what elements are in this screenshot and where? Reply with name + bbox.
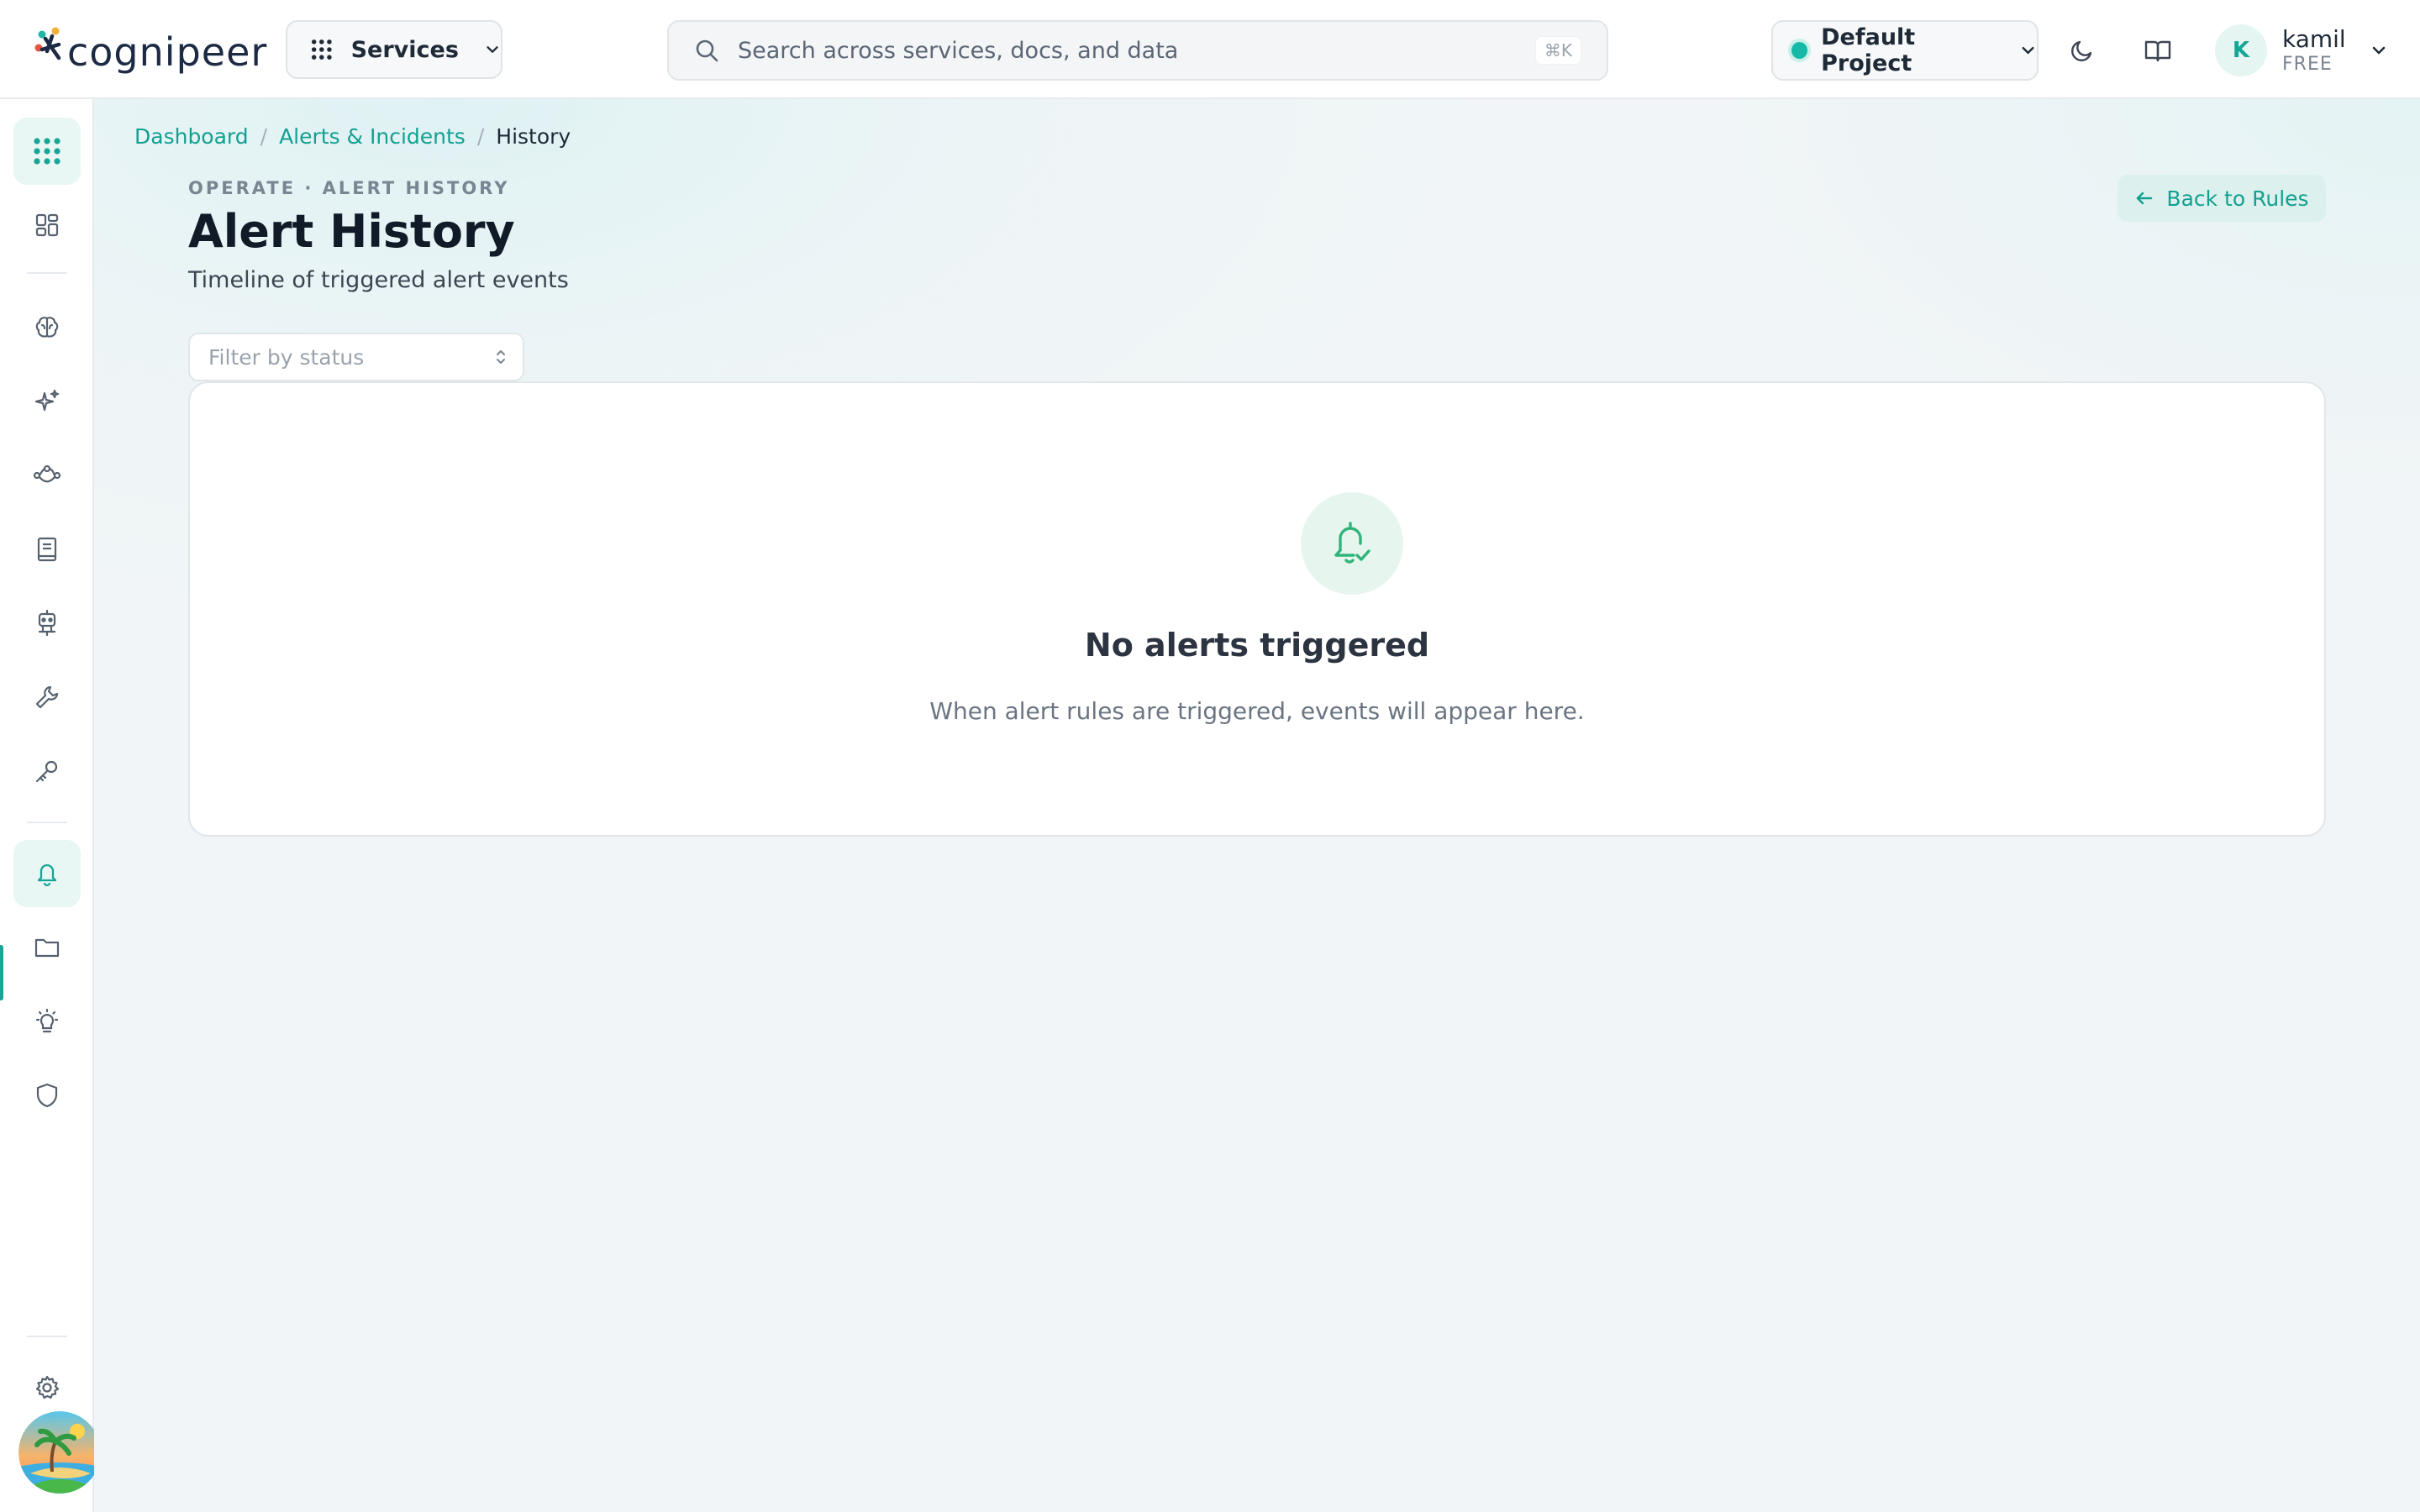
moon-icon [2071,40,2092,61]
robot-icon [38,609,56,637]
breadcrumb-current: History [496,124,571,149]
sidebar-item-insights[interactable] [13,988,81,1055]
chevron-down-icon [2022,46,2034,55]
dashboard-icon [35,213,59,237]
brain-icon [35,317,59,338]
back-to-rules-button[interactable]: Back to Rules [2118,175,2326,222]
wrench-icon [35,685,59,709]
breadcrumb-separator: / [260,124,268,149]
page-subtitle: Timeline of triggered alert events [188,267,569,293]
chevron-down-icon [487,46,498,53]
book-open-icon [2144,40,2171,62]
key-icon [35,760,58,783]
lightbulb-icon [35,1008,59,1033]
user-name: kamil [2282,25,2346,53]
sidebar-item-settings[interactable] [13,1354,81,1421]
sidebar-item-keys[interactable] [13,738,81,805]
search-shortcut: ⌘K [1534,36,1581,65]
shield-icon [36,1083,58,1108]
sidebar-item-dashboard[interactable] [13,192,81,259]
sidebar-item-agents[interactable] [13,590,81,657]
status-filter-placeholder: Filter by status [208,344,365,370]
page-title: Alert History [188,205,515,258]
sidebar-item-apps[interactable] [13,118,81,185]
island-avatar-icon [18,1411,101,1494]
back-to-rules-label: Back to Rules [2166,186,2309,211]
project-switcher[interactable]: Default Project [1771,20,2039,81]
book-icon [37,537,57,562]
chevron-up-down-icon [497,350,505,364]
project-status-dot [1791,42,1808,59]
breadcrumb-separator: / [476,124,485,149]
flow-icon [33,465,61,483]
global-search[interactable]: ⌘K [667,20,1608,81]
main-content: Dashboard / Alerts & Incidents / History… [94,99,2420,1512]
app: cognipeer Services ⌘K Default Project [0,0,2420,1512]
sidebar-item-knowledge[interactable] [13,516,81,583]
empty-state-title: No alerts triggered [1084,627,1430,664]
services-menu-button[interactable]: Services [286,20,502,79]
breadcrumb-alerts-incidents[interactable]: Alerts & Incidents [279,124,466,149]
sidebar-divider [27,1336,67,1337]
user-menu[interactable]: K kamil FREE [2215,20,2388,81]
island-avatar[interactable] [18,1411,101,1494]
apps-grid-icon [34,138,60,165]
user-plan: FREE [2282,53,2333,75]
status-filter-select[interactable]: Filter by status [188,333,524,381]
user-meta: kamil FREE [2282,25,2346,76]
breadcrumb: Dashboard / Alerts & Incidents / History [134,124,571,149]
page-eyebrow: OPERATE · ALERT HISTORY [188,178,510,198]
docs-button[interactable] [2136,29,2180,72]
sidebar-divider [27,272,67,274]
bell-check-icon [1334,522,1370,564]
sidebar-item-tools[interactable] [13,664,81,731]
alert-history-card: No alerts triggered When alert rules are… [188,381,2326,837]
cognipeer-logo-icon [34,27,61,60]
bell-icon [37,864,57,886]
empty-state-description: When alert rules are triggered, events w… [929,697,1585,725]
chevron-down-icon [2372,46,2385,55]
sparkles-icon [34,389,60,412]
empty-state-icon-wrap [1301,492,1403,595]
brand-name: cognipeer [67,29,268,75]
arrow-left-icon [2137,192,2153,205]
theme-toggle-button[interactable] [2060,29,2104,72]
breadcrumb-dashboard[interactable]: Dashboard [134,124,249,149]
top-bar: cognipeer Services ⌘K Default Project [0,0,2420,99]
gear-icon [35,1375,60,1399]
sidebar-item-security[interactable] [13,1062,81,1129]
apps-grid-icon [311,39,332,60]
services-label: Services [350,36,459,63]
search-icon [696,39,718,62]
sidebar-item-alerts[interactable] [13,840,81,907]
project-label: Default Project [1821,24,1916,76]
user-avatar: K [2215,24,2267,76]
search-input[interactable] [738,37,1535,64]
sidebar-item-brain[interactable] [13,294,81,361]
brand-logo[interactable]: cognipeer [34,24,267,76]
sidebar-divider [27,822,67,823]
sidebar-item-ai[interactable] [13,368,81,435]
folder-icon [34,938,60,958]
sidebar-item-files[interactable] [13,914,81,981]
sidebar [0,99,94,1512]
sidebar-active-indicator [0,945,3,1000]
sidebar-item-flows[interactable] [13,442,81,509]
